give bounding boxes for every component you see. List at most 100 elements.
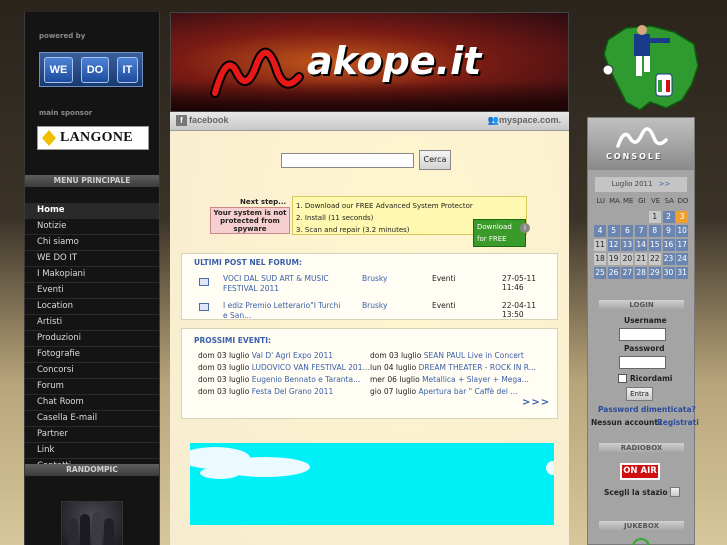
calendar-day[interactable]: 24 — [676, 253, 689, 265]
choose-station-label: Scegli la stazione — [604, 488, 668, 497]
forum-post-user[interactable]: Brusky — [362, 274, 387, 283]
calendar-day[interactable]: 30 — [662, 267, 675, 279]
calendar-day[interactable]: 3 — [676, 211, 689, 223]
menu-item-artisti[interactable]: Artisti — [25, 315, 159, 331]
random-photo[interactable] — [61, 501, 123, 545]
forum-post-user[interactable]: Brusky — [362, 301, 387, 310]
event-title[interactable]: Eugenio Bennato e Taranta... — [252, 375, 361, 384]
event-title[interactable]: Festa Del Grano 2011 — [252, 387, 334, 396]
calendar-day[interactable]: 6 — [621, 225, 634, 237]
menu-item-link[interactable]: Link — [25, 443, 159, 459]
calendar-day[interactable]: 16 — [662, 239, 675, 251]
ad-download-button[interactable]: Download for FREE — [473, 219, 526, 247]
calendar-day[interactable]: 28 — [635, 267, 648, 279]
username-input[interactable] — [619, 328, 666, 341]
menu-item-concorsi[interactable]: Concorsi — [25, 363, 159, 379]
menu-item-home[interactable]: Home — [25, 203, 159, 219]
menu-item-notizie[interactable]: Notizie — [25, 219, 159, 235]
forum-post-title[interactable]: I ediz Premio Letterario"I Turchi e San.… — [223, 301, 341, 321]
menu-item-i-makopiani[interactable]: I Makopiani — [25, 267, 159, 283]
sponsor-logo-link[interactable]: LANGONE — [37, 126, 149, 150]
forum-row[interactable]: I ediz Premio Letterario"I Turchi e San.… — [182, 301, 559, 321]
calendar-day[interactable]: 15 — [648, 239, 661, 251]
event-title[interactable]: Metallica + Slayer + Mega... — [422, 375, 529, 384]
event-title[interactable]: Val D' Agri Expo 2011 — [252, 351, 333, 360]
calendar-day[interactable]: 19 — [607, 253, 620, 265]
calendar-day[interactable]: 18 — [594, 253, 606, 265]
calendar-day[interactable]: 1 — [648, 211, 661, 223]
menu-item-eventi[interactable]: Eventi — [25, 283, 159, 299]
calendar-day[interactable]: 31 — [676, 267, 689, 279]
menu-item-forum[interactable]: Forum — [25, 379, 159, 395]
calendar-day[interactable]: 2 — [662, 211, 675, 223]
flash-banner[interactable] — [190, 443, 554, 525]
menu-item-we-do-it[interactable]: WE DO IT — [25, 251, 159, 267]
more-events-link[interactable]: >>> — [522, 397, 550, 408]
myspace-link[interactable]: 👥myspace.com. — [488, 115, 561, 126]
event-title[interactable]: SEAN PAUL Live in Concert — [424, 351, 524, 360]
wedoit-logo-link[interactable]: WE DO IT — [39, 52, 143, 87]
calendar-day[interactable]: 21 — [635, 253, 648, 265]
event-item[interactable]: dom 03 luglio LUDOVICO VAN FESTIVAL 201.… — [198, 363, 370, 372]
calendar-day[interactable]: 8 — [648, 225, 661, 237]
event-item[interactable]: mer 06 luglio Metallica + Slayer + Mega.… — [370, 375, 529, 384]
password-input[interactable] — [619, 356, 666, 369]
calendar-day[interactable]: 13 — [621, 239, 634, 251]
calendar-day[interactable]: 7 — [635, 225, 648, 237]
ad-box[interactable]: 1. Download our FREE Advanced System Pro… — [292, 196, 530, 247]
event-item[interactable]: dom 03 luglio SEAN PAUL Live in Concert — [370, 351, 524, 360]
events-title: PROSSIMI EVENTI: — [194, 336, 272, 345]
search-input[interactable] — [281, 153, 414, 168]
ad-info-icon[interactable]: i — [520, 223, 530, 233]
remember-checkbox[interactable] — [618, 374, 627, 383]
login-button[interactable]: Entra — [626, 387, 653, 401]
powered-by-label: powered by — [39, 32, 86, 40]
search-button[interactable]: Cerca — [419, 150, 451, 170]
forum-post-title[interactable]: VOCI DAL SUD ART & MUSIC FESTIVAL 2011 — [223, 274, 341, 294]
calendar-day[interactable]: 27 — [621, 267, 634, 279]
menu-item-partner[interactable]: Partner — [25, 427, 159, 443]
facebook-link[interactable]: f facebook — [176, 115, 229, 126]
onair-button[interactable]: ON AIR — [620, 463, 660, 480]
calendar-day[interactable]: 25 — [594, 267, 606, 279]
calendar-day[interactable]: 14 — [635, 239, 648, 251]
calendar-day[interactable]: 20 — [621, 253, 634, 265]
calendar-day[interactable]: 5 — [607, 225, 620, 237]
station-select[interactable] — [670, 487, 680, 497]
calendar-day[interactable]: 12 — [607, 239, 620, 251]
event-item[interactable]: lun 04 luglio DREAM THEATER - ROCK IN R.… — [370, 363, 536, 372]
event-title[interactable]: Apertura bar " Caffè del ... — [419, 387, 518, 396]
menu-item-chi-siamo[interactable]: Chi siamo — [25, 235, 159, 251]
menu-item-fotografie[interactable]: Fotografie — [25, 347, 159, 363]
forgot-password-link[interactable]: Password dimenticata? — [598, 405, 696, 414]
menu-item-chat-room[interactable]: Chat Room — [25, 395, 159, 411]
calendar-day[interactable]: 22 — [648, 253, 661, 265]
calendar-day[interactable]: 17 — [676, 239, 689, 251]
event-title[interactable]: LUDOVICO VAN FESTIVAL 201... — [252, 363, 370, 372]
jukebox-icon[interactable] — [632, 538, 650, 545]
forum-row[interactable]: VOCI DAL SUD ART & MUSIC FESTIVAL 2011 B… — [182, 274, 559, 294]
menu-item-produzioni[interactable]: Produzioni — [25, 331, 159, 347]
site-banner[interactable]: akope.it — [170, 12, 569, 112]
calendar-day[interactable]: 11 — [594, 239, 606, 251]
calendar-day[interactable]: 9 — [662, 225, 675, 237]
italy-map-logo — [596, 18, 708, 114]
calendar-next-link[interactable]: >> — [659, 180, 671, 188]
event-item[interactable]: dom 03 luglio Festa Del Grano 2011 — [198, 387, 333, 396]
register-link[interactable]: Registrati — [657, 418, 699, 427]
event-item[interactable]: dom 03 luglio Val D' Agri Expo 2011 — [198, 351, 333, 360]
calendar-day[interactable]: 29 — [648, 267, 661, 279]
events-panel: PROSSIMI EVENTI: >>> dom 03 luglio Val D… — [181, 328, 558, 419]
event-item[interactable]: gio 07 luglio Apertura bar " Caffè del .… — [370, 387, 518, 396]
menu-item-casella-e-mail[interactable]: Casella E-mail — [25, 411, 159, 427]
calendar-day[interactable]: 4 — [594, 225, 606, 237]
event-title[interactable]: DREAM THEATER - ROCK IN R... — [419, 363, 536, 372]
randompic-title: RANDOMPIC — [25, 464, 159, 476]
calendar-day[interactable]: 10 — [676, 225, 689, 237]
menu-item-location[interactable]: Location — [25, 299, 159, 315]
calendar-day[interactable]: 26 — [607, 267, 620, 279]
ad-warning[interactable]: Your system is not protected from spywar… — [210, 207, 290, 234]
calendar-day[interactable]: 23 — [662, 253, 675, 265]
login-title: LOGIN — [599, 300, 684, 311]
event-item[interactable]: dom 03 luglio Eugenio Bennato e Taranta.… — [198, 375, 360, 384]
